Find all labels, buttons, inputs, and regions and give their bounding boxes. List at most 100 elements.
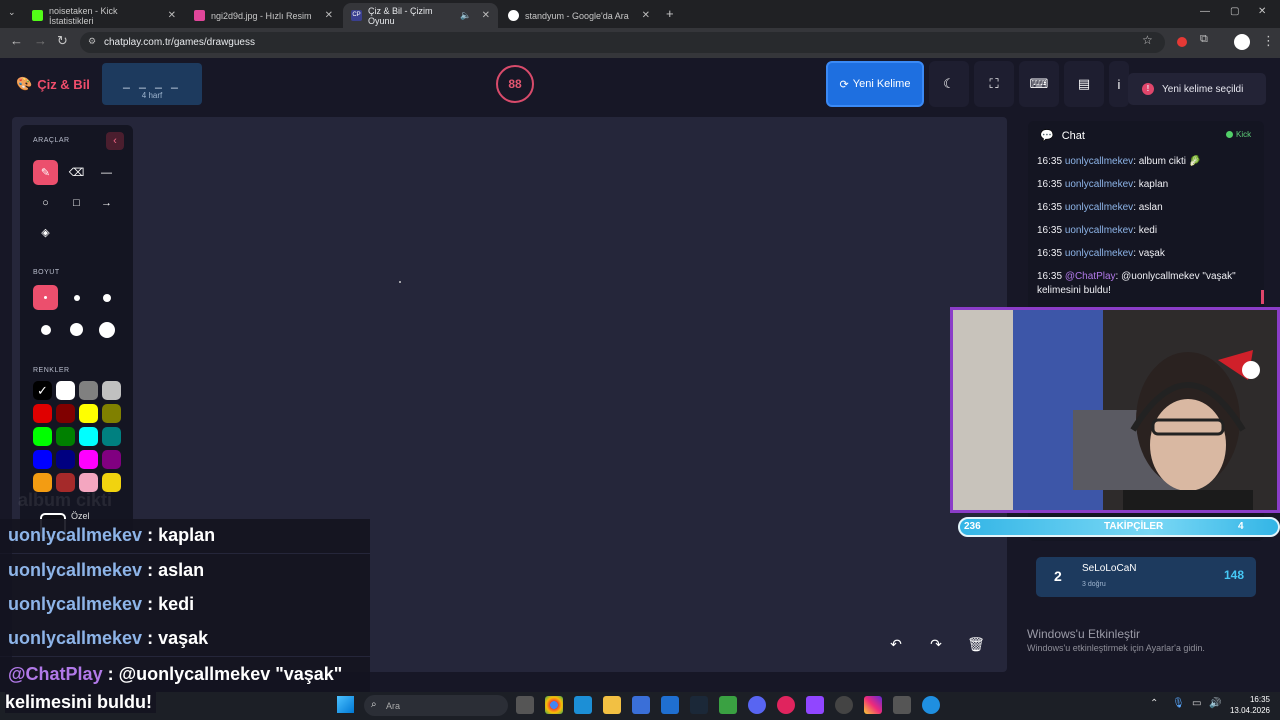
monitor-app-icon[interactable] (574, 696, 592, 714)
new-tab-icon[interactable]: + (666, 6, 674, 21)
archive-button[interactable]: ▤ (1064, 61, 1104, 107)
close-icon[interactable]: ✕ (168, 10, 176, 21)
tab-search-icon[interactable]: ⌄ (8, 7, 16, 18)
google-favicon-icon (508, 10, 519, 21)
system-clock[interactable]: 16:35 13.04.2026 (1226, 694, 1270, 716)
size-option-4[interactable] (33, 317, 58, 342)
msg-user[interactable]: @ChatPlay (1065, 271, 1116, 282)
chrome-icon[interactable] (545, 696, 563, 714)
minecraft-icon[interactable] (719, 696, 737, 714)
color-swatch[interactable] (102, 427, 121, 446)
color-swatch[interactable] (56, 427, 75, 446)
tab-ciz-bil[interactable]: CP Çiz & Bil - Çizim Oyunu 🔈 ✕ (343, 3, 498, 28)
instagram-icon[interactable] (864, 696, 882, 714)
tab-image-viewer[interactable]: ngi2d9d.jpg - Hızlı Resim ✕ (186, 3, 341, 28)
discord-icon[interactable] (748, 696, 766, 714)
windows-activation-sub: Windows'u etkinleştirmek için Ayarlar'a … (1027, 643, 1205, 653)
line-tool[interactable]: — (94, 160, 119, 185)
size-option-6[interactable] (94, 317, 119, 342)
clear-canvas-button[interactable]: 🗑 (961, 630, 991, 658)
volume-icon[interactable]: 🔊 (1209, 698, 1221, 709)
steam-icon[interactable] (690, 696, 708, 714)
collapse-panel-button[interactable]: ‹ (106, 132, 124, 150)
info-button[interactable]: i (1109, 61, 1129, 107)
color-swatch[interactable] (79, 404, 98, 423)
edge-icon[interactable] (922, 696, 940, 714)
color-swatch[interactable] (33, 450, 52, 469)
close-icon[interactable]: ✕ (642, 10, 650, 21)
color-swatch[interactable] (33, 427, 52, 446)
url-text: chatplay.com.tr/games/drawguess (104, 37, 255, 48)
extensions-puzzle-icon[interactable]: ⧉ (1200, 33, 1208, 46)
color-swatch[interactable] (79, 427, 98, 446)
menu-kebab-icon[interactable]: ⋮ (1262, 33, 1275, 49)
redo-button[interactable]: ↷ (921, 630, 951, 658)
site-info-icon[interactable]: ⚙ (88, 36, 96, 47)
size-option-1[interactable] (33, 285, 58, 310)
msg-user[interactable]: uonlycallmekev (1065, 179, 1133, 190)
undo-button[interactable]: ↶ (881, 630, 911, 658)
color-swatch[interactable]: ✓ (33, 381, 52, 400)
color-swatch[interactable] (102, 381, 121, 400)
color-swatch[interactable] (79, 450, 98, 469)
tray-chevron-icon[interactable]: ⌃ (1150, 698, 1158, 709)
size-option-5[interactable] (64, 317, 89, 342)
tab-kick-stats[interactable]: noisetaken - Kick İstatistikleri ✕ (24, 3, 184, 28)
file-explorer-icon[interactable] (603, 696, 621, 714)
chat-scrollbar[interactable] (1261, 290, 1264, 304)
network-icon[interactable]: ▭ (1192, 698, 1201, 709)
msg-user[interactable]: uonlycallmekev (1065, 225, 1133, 236)
bookmark-star-icon[interactable]: ☆ (1142, 33, 1153, 47)
redo-icon: ↷ (930, 635, 942, 652)
close-icon[interactable]: ✕ (482, 10, 490, 21)
start-windows-icon[interactable] (337, 696, 354, 713)
leaderboard-name: SeLoLoCaN (1082, 563, 1137, 574)
fill-tool[interactable]: ◈ (33, 220, 58, 245)
fullscreen-button[interactable]: ⛶ (974, 61, 1014, 107)
app2-icon[interactable] (893, 696, 911, 714)
reload-icon[interactable]: ↻ (57, 33, 68, 49)
color-swatch[interactable] (56, 404, 75, 423)
minimize-icon[interactable]: — (1200, 6, 1210, 17)
window-close-icon[interactable]: ✕ (1258, 6, 1266, 17)
taskbar-search[interactable]: ⌕ Ara (364, 695, 508, 716)
toast-text: Yeni kelime seçildi (1162, 83, 1244, 95)
size-option-3[interactable] (94, 285, 119, 310)
mail-icon[interactable] (661, 696, 679, 714)
close-icon[interactable]: ✕ (325, 10, 333, 21)
app-icon[interactable] (777, 696, 795, 714)
mic-icon[interactable]: 🎙 (1172, 698, 1185, 709)
store-icon[interactable] (632, 696, 650, 714)
color-swatch[interactable] (102, 450, 121, 469)
msg-user[interactable]: uonlycallmekev (1065, 202, 1133, 213)
obs-icon[interactable] (835, 696, 853, 714)
color-swatch[interactable] (56, 381, 75, 400)
msg-user[interactable]: uonlycallmekev (1065, 248, 1133, 259)
arrow-tool[interactable]: → (94, 190, 119, 215)
maximize-icon[interactable]: ▢ (1230, 6, 1239, 17)
image-favicon-icon (194, 10, 205, 21)
twitch-icon[interactable] (806, 696, 824, 714)
address-bar[interactable]: ⚙ chatplay.com.tr/games/drawguess (80, 32, 1165, 53)
color-swatch[interactable] (79, 381, 98, 400)
circle-tool[interactable]: ○ (33, 190, 58, 215)
new-word-button[interactable]: ⟳ Yeni Kelime (826, 61, 924, 107)
color-swatch[interactable] (33, 404, 52, 423)
extension-red-icon[interactable] (1177, 37, 1187, 47)
msg-user[interactable]: uonlycallmekev (1065, 156, 1133, 167)
eraser-tool[interactable]: ⌫ (64, 160, 89, 185)
back-icon[interactable]: ← (10, 33, 23, 48)
speaker-icon[interactable]: 🔈 (460, 10, 471, 21)
tab-google[interactable]: standyum - Google'da Ara ✕ (500, 3, 658, 28)
profile-avatar[interactable] (1234, 34, 1250, 50)
dark-mode-button[interactable]: ☾ (929, 61, 969, 107)
color-swatch[interactable] (102, 404, 121, 423)
color-swatch[interactable] (56, 450, 75, 469)
keyboard-button[interactable]: ⌨ (1019, 61, 1059, 107)
rectangle-tool[interactable]: □ (64, 190, 89, 215)
pen-tool[interactable]: ✎ (33, 160, 58, 185)
task-view-icon[interactable] (516, 696, 534, 714)
size-option-2[interactable] (64, 285, 89, 310)
app-logo[interactable]: 🎨 Çiz & Bil (16, 76, 90, 92)
forward-icon[interactable]: → (34, 33, 47, 48)
